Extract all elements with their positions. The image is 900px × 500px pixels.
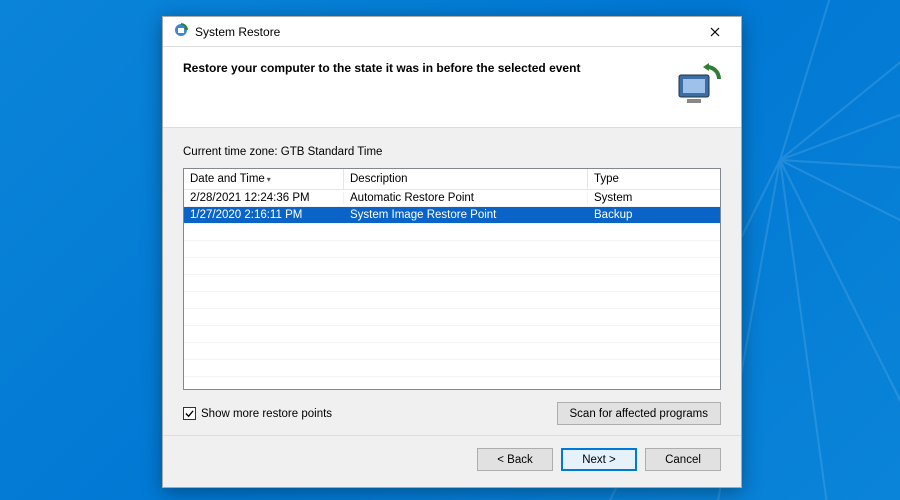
below-table-row: Show more restore points Scan for affect… [183, 402, 721, 425]
table-row-empty [184, 343, 720, 360]
cell-date: 2/28/2021 12:24:36 PM [184, 192, 344, 204]
column-header-type[interactable]: Type [588, 169, 720, 189]
system-restore-icon [173, 22, 189, 41]
column-header-date-label: Date and Time [190, 173, 265, 185]
cell-type: Backup [588, 209, 720, 221]
restore-points-table: Date and Time ▾ Description Type 2/28/20… [183, 168, 721, 390]
system-restore-hero-icon [673, 61, 721, 109]
column-header-type-label: Type [594, 173, 619, 185]
cell-type: System [588, 192, 720, 204]
table-row[interactable]: 1/27/2020 2:16:11 PMSystem Image Restore… [184, 207, 720, 224]
table-row-empty [184, 292, 720, 309]
system-restore-dialog: System Restore Restore your computer to … [162, 16, 742, 488]
table-row-empty [184, 309, 720, 326]
table-row-empty [184, 224, 720, 241]
table-row[interactable]: 2/28/2021 12:24:36 PMAutomatic Restore P… [184, 190, 720, 207]
table-body: 2/28/2021 12:24:36 PMAutomatic Restore P… [184, 190, 720, 389]
table-row-empty [184, 258, 720, 275]
back-button[interactable]: < Back [477, 448, 553, 471]
table-row-empty [184, 275, 720, 292]
dialog-footer: < Back Next > Cancel [163, 435, 741, 487]
table-row-empty [184, 360, 720, 377]
timezone-label: Current time zone: GTB Standard Time [183, 146, 721, 158]
checkbox-box [183, 407, 196, 420]
table-row-empty [184, 326, 720, 343]
window-title: System Restore [195, 25, 699, 39]
header-headline: Restore your computer to the state it wa… [183, 61, 665, 75]
close-icon [710, 27, 720, 37]
dialog-body: Current time zone: GTB Standard Time Dat… [163, 127, 741, 435]
table-row-empty [184, 241, 720, 258]
sort-desc-icon: ▾ [267, 175, 271, 184]
show-more-checkbox[interactable]: Show more restore points [183, 407, 332, 420]
column-header-description[interactable]: Description [344, 169, 588, 189]
table-header: Date and Time ▾ Description Type [184, 169, 720, 190]
cell-description: System Image Restore Point [344, 209, 588, 221]
checkmark-icon [185, 409, 194, 418]
scan-affected-programs-button[interactable]: Scan for affected programs [557, 402, 722, 425]
cell-description: Automatic Restore Point [344, 192, 588, 204]
header: Restore your computer to the state it wa… [163, 47, 741, 127]
cell-date: 1/27/2020 2:16:11 PM [184, 209, 344, 221]
cancel-button[interactable]: Cancel [645, 448, 721, 471]
next-button[interactable]: Next > [561, 448, 637, 471]
column-header-desc-label: Description [350, 173, 408, 185]
titlebar: System Restore [163, 17, 741, 47]
show-more-label: Show more restore points [201, 408, 332, 420]
close-button[interactable] [699, 21, 731, 43]
column-header-date[interactable]: Date and Time ▾ [184, 169, 344, 189]
